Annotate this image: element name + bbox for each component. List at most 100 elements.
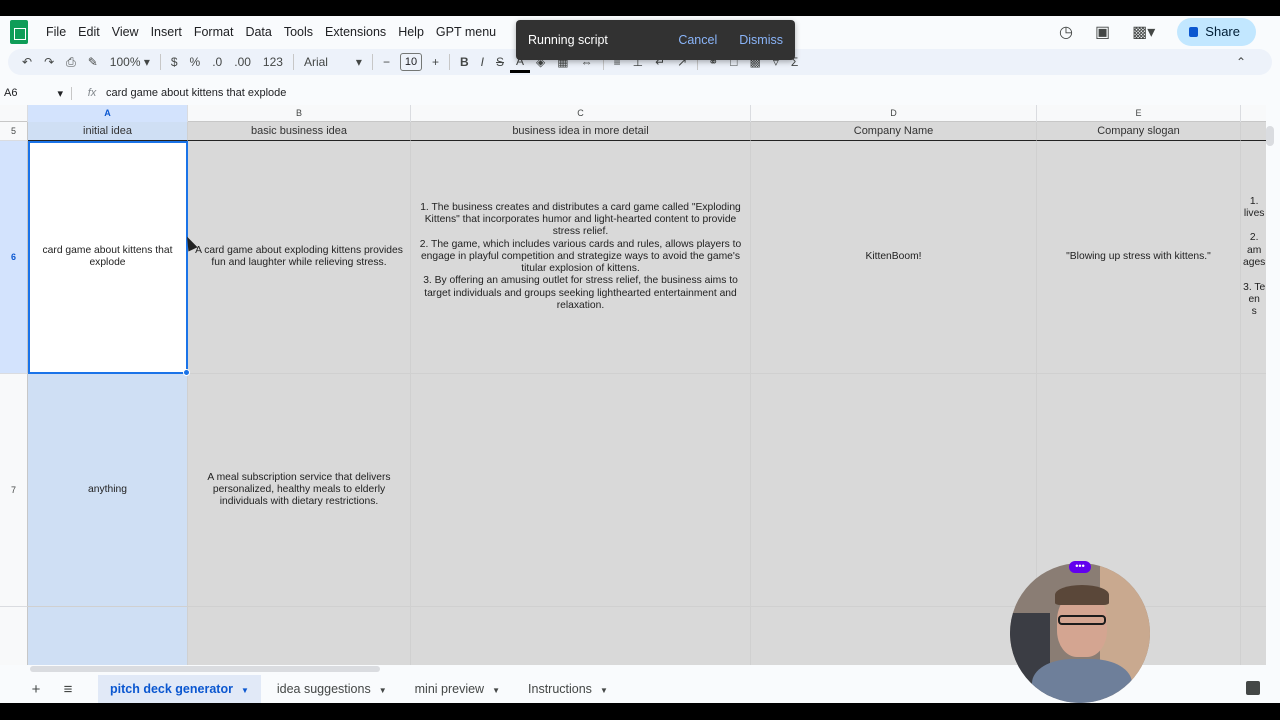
webcam-person-glasses: [1058, 615, 1106, 625]
column-header-e[interactable]: E: [1037, 105, 1241, 122]
column-header-c[interactable]: C: [411, 105, 751, 122]
cell-d7[interactable]: [751, 374, 1037, 607]
cell-d8[interactable]: [751, 607, 1037, 665]
function-icon: fx: [87, 87, 97, 99]
top-right-actions: ◷ ▣ ▩▾ Share: [1059, 16, 1280, 48]
bold-button[interactable]: B: [454, 49, 475, 75]
paint-format-icon[interactable]: ✎: [82, 49, 104, 75]
column-header-b[interactable]: B: [188, 105, 411, 122]
cell-b7[interactable]: A meal subscription service that deliver…: [188, 374, 411, 607]
tab-label: idea suggestions: [276, 682, 371, 696]
vertical-scrollbar[interactable]: [1266, 126, 1274, 146]
horizontal-scrollbar[interactable]: [30, 666, 380, 672]
formula-input[interactable]: card game about kittens that explode: [106, 87, 286, 99]
menu-help[interactable]: Help: [392, 16, 430, 48]
cell-c5[interactable]: business idea in more detail: [411, 122, 751, 141]
cell-d6[interactable]: KittenBoom!: [751, 141, 1037, 374]
cell-c6[interactable]: 1. The business creates and distributes …: [411, 141, 751, 374]
menu-format[interactable]: Format: [188, 16, 240, 48]
zoom-select[interactable]: 100% ▾: [104, 49, 156, 75]
column-header-a[interactable]: A: [28, 105, 188, 122]
font-size-input[interactable]: 10: [399, 53, 422, 71]
caret-down-icon: ▼: [492, 686, 501, 695]
cell-b5[interactable]: basic business idea: [188, 122, 411, 141]
menu-view[interactable]: View: [106, 16, 145, 48]
cell-b8[interactable]: [188, 607, 411, 665]
strikethrough-icon[interactable]: S: [490, 49, 510, 75]
tab-label: Instructions: [528, 682, 592, 696]
toolbar-divider: [371, 54, 373, 70]
more-formats-button[interactable]: 123: [257, 49, 289, 75]
percent-button[interactable]: %: [184, 49, 207, 75]
toolbar-divider: [448, 54, 450, 70]
sheets-logo-icon[interactable]: [10, 20, 28, 44]
row-header-5[interactable]: 5: [0, 122, 28, 141]
webcam-person-hair: [1055, 585, 1109, 605]
cell-a5[interactable]: initial idea: [28, 122, 188, 141]
cell-e6[interactable]: "Blowing up stress with kittens.": [1037, 141, 1241, 374]
explore-icon[interactable]: [1246, 681, 1260, 695]
font-size-decrease-icon[interactable]: −: [377, 49, 396, 75]
comment-icon[interactable]: ▣: [1095, 22, 1110, 42]
cell-e5[interactable]: Company slogan: [1037, 122, 1241, 141]
redo-icon[interactable]: ↷: [38, 49, 60, 75]
cell-a6[interactable]: card game about kittens that explode: [28, 141, 188, 374]
undo-icon[interactable]: ↶: [16, 49, 38, 75]
menu-extensions[interactable]: Extensions: [319, 16, 392, 48]
column-header-f[interactable]: [1241, 105, 1266, 122]
row-header-6[interactable]: 6: [0, 141, 28, 374]
toolbar-divider: [292, 54, 294, 70]
decrease-decimal-button[interactable]: .0: [206, 49, 228, 75]
share-button[interactable]: Share: [1177, 18, 1256, 46]
currency-button[interactable]: $: [165, 49, 184, 75]
add-sheet-icon[interactable]: +: [28, 681, 44, 698]
collapse-toolbar-icon[interactable]: ⌃: [1236, 49, 1246, 75]
name-box[interactable]: A6 ▾: [0, 86, 72, 100]
font-select[interactable]: Arial ▾: [298, 49, 368, 75]
cell-f8[interactable]: [1241, 607, 1266, 665]
column-headers: A B C D E: [0, 105, 1266, 122]
history-icon[interactable]: ◷: [1059, 22, 1073, 42]
all-sheets-icon[interactable]: ≡: [60, 681, 76, 698]
cell-f5[interactable]: [1241, 122, 1266, 141]
caret-down-icon: ▼: [378, 686, 387, 695]
formula-bar: A6 ▾ fx card game about kittens that expl…: [0, 82, 1280, 104]
italic-button[interactable]: I: [475, 49, 490, 75]
cell-f6[interactable]: 1. lives 2. am ages 3. Te en s: [1241, 141, 1266, 374]
toast-cancel-button[interactable]: Cancel: [678, 33, 717, 47]
column-header-d[interactable]: D: [751, 105, 1037, 122]
menu-data[interactable]: Data: [239, 16, 277, 48]
running-script-toast: Running script Cancel Dismiss: [516, 20, 795, 60]
print-icon[interactable]: ⎙: [60, 49, 82, 75]
cell-a7[interactable]: anything: [28, 374, 188, 607]
cell-a8[interactable]: [28, 607, 188, 665]
row-header-8[interactable]: [0, 607, 28, 665]
menu-gpt[interactable]: GPT menu: [430, 16, 502, 48]
menu-tools[interactable]: Tools: [278, 16, 319, 48]
cell-b6[interactable]: A card game about exploding kittens prov…: [188, 141, 411, 374]
cell-c8[interactable]: [411, 607, 751, 665]
tab-label: mini preview: [414, 682, 485, 696]
row-header-7[interactable]: 7: [0, 374, 28, 607]
cell-c7[interactable]: [411, 374, 751, 607]
menu-file[interactable]: File: [40, 16, 72, 48]
tab-mini-preview[interactable]: mini preview ▼: [403, 675, 512, 703]
font-size-increase-icon[interactable]: +: [426, 49, 445, 75]
tab-label: pitch deck generator: [110, 682, 233, 696]
toast-message: Running script: [528, 33, 608, 47]
menu-edit[interactable]: Edit: [72, 16, 106, 48]
tab-instructions[interactable]: Instructions ▼: [516, 675, 620, 703]
chevron-down-icon: ▾: [57, 87, 63, 100]
increase-decimal-button[interactable]: .00: [228, 49, 257, 75]
webcam-more-icon[interactable]: •••: [1069, 561, 1091, 573]
cell-d5[interactable]: Company Name: [751, 122, 1037, 141]
meet-icon[interactable]: ▩▾: [1132, 22, 1155, 42]
zoom-value: 100%: [109, 55, 141, 69]
toast-dismiss-button[interactable]: Dismiss: [739, 33, 783, 47]
select-all-corner[interactable]: [0, 105, 28, 122]
font-name: Arial: [303, 55, 328, 69]
cell-f7[interactable]: [1241, 374, 1266, 607]
menu-insert[interactable]: Insert: [145, 16, 188, 48]
tab-idea-suggestions[interactable]: idea suggestions ▼: [265, 675, 399, 703]
tab-pitch-deck-generator[interactable]: pitch deck generator ▼: [98, 675, 261, 703]
